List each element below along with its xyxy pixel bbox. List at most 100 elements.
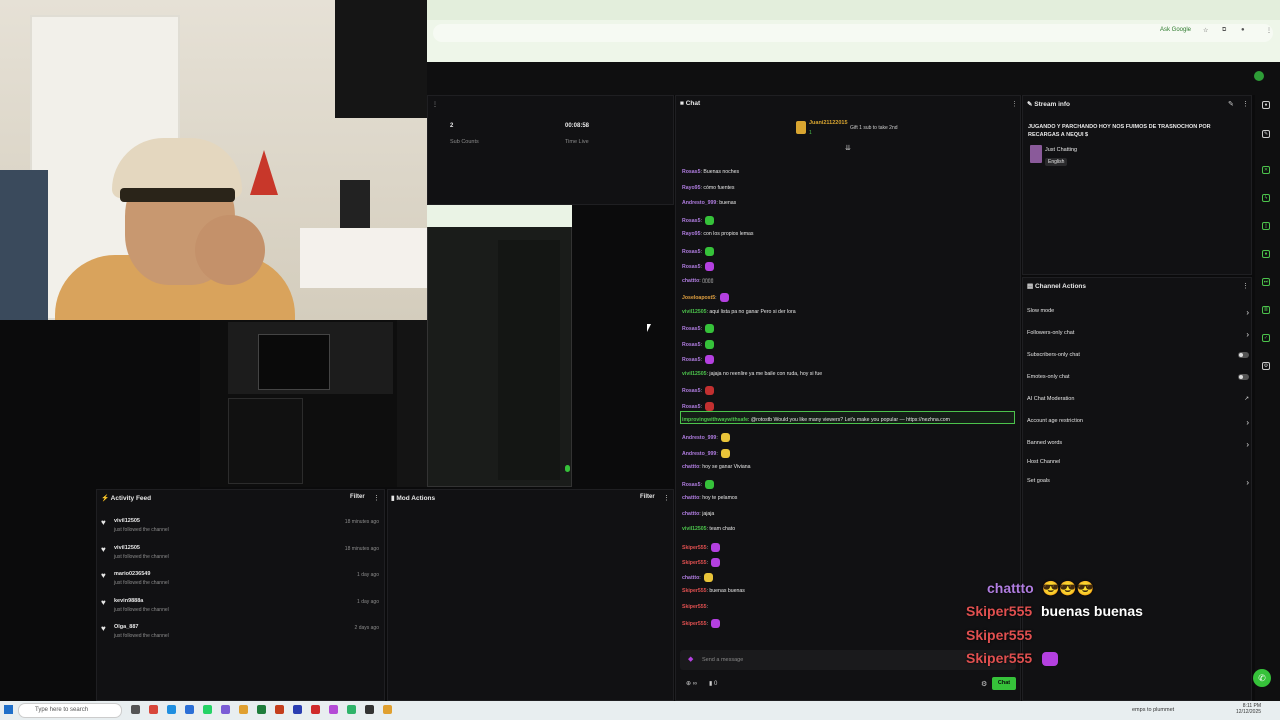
activity-username[interactable]: mario0236549	[114, 571, 150, 577]
chat-message[interactable]: Andresto_999:	[682, 449, 731, 458]
chrome-icon[interactable]	[239, 705, 248, 714]
gift-banner-text[interactable]: Gift 1 sub to take 2nd	[850, 125, 898, 131]
chat-message[interactable]: Andresto_999: buenas	[682, 200, 736, 206]
mod-filter-button[interactable]: Filter	[640, 494, 655, 500]
panel-menu-icon[interactable]: ⋮	[432, 101, 438, 108]
app-icon-1[interactable]	[149, 705, 158, 714]
activity-username[interactable]: viviI12505	[114, 545, 140, 551]
chat-username[interactable]: Skiper555	[682, 588, 707, 594]
app-icon-3[interactable]	[185, 705, 194, 714]
chat-username[interactable]: Andresto_999	[682, 451, 716, 457]
chat-message[interactable]: Rosas5:	[682, 480, 715, 489]
chat-username[interactable]: viviI12505	[682, 309, 707, 315]
chat-message[interactable]: Rayo95: con los propios lemas	[682, 231, 754, 237]
rail-close-icon[interactable]: ✕	[1262, 166, 1270, 174]
activity-menu-icon[interactable]: ⋮	[373, 494, 380, 502]
app-icon-9[interactable]	[293, 705, 302, 714]
rail-wrench-icon[interactable]: ✓	[1262, 334, 1270, 342]
chat-username[interactable]: Rosas5	[682, 326, 700, 332]
whatsapp-icon[interactable]	[203, 705, 212, 714]
chat-message[interactable]: Joseloapost5:	[682, 293, 730, 302]
chat-message[interactable]: chattto: jajaja	[682, 511, 714, 517]
activity-item[interactable]: ♥ Olga_887 just followed the channel 2 days…	[101, 622, 381, 646]
rail-pen-icon[interactable]: ✎	[1262, 130, 1270, 138]
app-icon-12[interactable]	[347, 705, 356, 714]
pinned-toggle-icon[interactable]: ⇊	[845, 144, 851, 152]
chat-username[interactable]: Rosas5	[682, 482, 700, 488]
channel-actions-menu-icon[interactable]: ⋮	[1242, 282, 1249, 290]
activity-username[interactable]: kevin9888a	[114, 598, 143, 604]
chat-username[interactable]: chattto	[682, 278, 699, 284]
clock[interactable]: 8:11 PM 12/12/2025	[1236, 703, 1261, 715]
chat-username[interactable]: Andresto_999	[682, 200, 716, 206]
chat-message[interactable]: viviI12505: aqui lista pa no ganar Pero …	[682, 309, 796, 315]
chat-message[interactable]: Rosas5:	[682, 324, 715, 333]
chat-username[interactable]: Skiper555	[682, 545, 707, 551]
app-icon-10[interactable]	[311, 705, 320, 714]
chat-message[interactable]: chattto: ▯▯▯▯	[682, 278, 714, 284]
channel-action-row[interactable]: Followers-only chat ›	[1027, 330, 1249, 339]
chat-message[interactable]: Rayo95: cómo fuentes	[682, 185, 735, 191]
chat-username[interactable]: viviI12505	[682, 371, 707, 377]
chat-message[interactable]: Rosas5:	[682, 386, 715, 395]
chat-message[interactable]: chattto: hoy te pelamos	[682, 495, 737, 501]
channel-action-row[interactable]: Subscribers-only chat	[1027, 352, 1249, 358]
chat-username[interactable]: Rosas5	[682, 249, 700, 255]
support-chat-icon[interactable]: ✆	[1253, 669, 1271, 687]
chat-message[interactable]: chattto: hoy se ganar Viviana	[682, 464, 751, 470]
activity-item[interactable]: ♥ mario0236549 just followed the channel 1 …	[101, 569, 381, 593]
app-icon-2[interactable]	[167, 705, 176, 714]
channel-action-row[interactable]: Slow mode ›	[1027, 308, 1249, 317]
chat-message[interactable]: viviI12505: team chato	[682, 526, 735, 532]
activity-item[interactable]: ♥ kevin9888a just followed the channel 1 da…	[101, 596, 381, 620]
chat-message[interactable]: Rosas5:	[682, 247, 715, 256]
address-bar[interactable]	[433, 24, 1273, 42]
ask-google-button[interactable]: Ask Google	[1160, 27, 1191, 33]
chat-username[interactable]: Skiper555	[682, 560, 707, 566]
chat-username[interactable]: Rosas5	[682, 342, 700, 348]
chat-username[interactable]: improvingwithwaywithsafe	[682, 417, 748, 423]
channel-action-row[interactable]: Host Channel	[1027, 459, 1249, 465]
activity-username[interactable]: Olga_887	[114, 624, 138, 630]
channel-action-row[interactable]: Emotes-only chat	[1027, 374, 1249, 380]
app-icon-11[interactable]	[329, 705, 338, 714]
chat-message[interactable]: Andresto_999:	[682, 433, 731, 442]
chrome-icon-2[interactable]	[383, 705, 392, 714]
chat-username[interactable]: Joseloapost5	[682, 295, 715, 301]
rail-phone-icon[interactable]: ▯	[1262, 222, 1270, 230]
chat-username[interactable]: chattto	[682, 495, 699, 501]
channel-action-row[interactable]: Account age restriction ›	[1027, 418, 1249, 427]
chat-username[interactable]: Rosas5	[682, 218, 700, 224]
chat-username[interactable]: Rayo95	[682, 231, 700, 237]
obs-icon[interactable]	[365, 705, 374, 714]
chat-username[interactable]: Rosas5	[682, 169, 700, 175]
chat-message[interactable]: Skiper555:	[682, 604, 708, 610]
rail-skip-icon[interactable]: ⏭	[1262, 278, 1270, 286]
chat-message[interactable]: Rosas5:	[682, 402, 715, 411]
chat-message[interactable]: Skiper555: buenas buenas	[682, 588, 745, 594]
rail-layers-icon[interactable]: ≣	[1262, 306, 1270, 314]
activity-filter-button[interactable]: Filter	[350, 494, 365, 500]
chat-message[interactable]: Skiper555:	[682, 558, 721, 567]
chat-message[interactable]: improvingwithwaywithsafe: @rotostb Would…	[682, 417, 950, 423]
chat-username[interactable]: Rosas5	[682, 357, 700, 363]
chat-message[interactable]: Rosas5:	[682, 340, 715, 349]
toggle-switch[interactable]	[1238, 374, 1249, 380]
chat-username[interactable]: viviI12505	[682, 526, 707, 532]
toggle-switch[interactable]	[1238, 352, 1249, 358]
edit-stream-info-icon[interactable]: ✎	[1228, 100, 1234, 108]
profile-icon[interactable]: ●	[1241, 27, 1245, 33]
bookmark-icon[interactable]: ☆	[1203, 27, 1208, 34]
rail-record-icon[interactable]: ●	[1262, 250, 1270, 258]
chat-username[interactable]: chattto	[682, 575, 699, 581]
activity-item[interactable]: ♥ viviI12505 just followed the channel 18 m…	[101, 516, 381, 540]
points-icon[interactable]: ⊕ ∞	[686, 680, 697, 687]
stream-info-menu-icon[interactable]: ⋮	[1242, 100, 1249, 108]
chat-menu-icon[interactable]: ⋮	[1011, 100, 1018, 108]
emote-picker-icon[interactable]: ◆	[688, 655, 693, 663]
chat-message[interactable]: viviI12505: jajaja no reenlire ya me bai…	[682, 371, 822, 377]
chat-message[interactable]: Skiper555:	[682, 619, 721, 628]
chat-username[interactable]: chattto	[682, 464, 699, 470]
task-view-icon[interactable]	[131, 705, 140, 714]
chat-message[interactable]: chattto:	[682, 573, 714, 582]
